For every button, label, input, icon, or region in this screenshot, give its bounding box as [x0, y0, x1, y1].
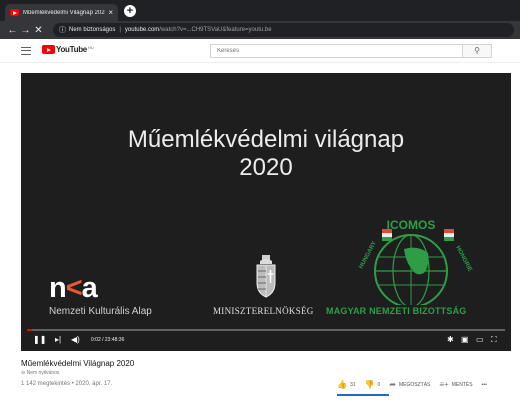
new-tab-button[interactable]: + — [124, 5, 136, 17]
nka-logo: n<a Nemzeti Kulturális Alap — [49, 273, 152, 317]
dislike-count: 0 — [377, 381, 381, 388]
share-icon: ➦ — [389, 380, 396, 389]
security-label: Nem biztonságos — [69, 27, 116, 33]
more-button[interactable]: ••• — [482, 382, 487, 388]
search-button[interactable]: ⚲ — [462, 44, 492, 58]
icomos-text: ICOMOS — [387, 218, 436, 232]
menu-icon[interactable] — [21, 47, 31, 55]
forward-button[interactable]: → — [19, 25, 32, 36]
miniplayer-icon[interactable]: ▣ — [461, 335, 469, 344]
stop-button[interactable]: ✕ — [32, 25, 45, 36]
address-bar[interactable]: ⓘ Nem biztonságos | youtube.com /watch?v… — [53, 23, 514, 37]
unlisted-badge: ⊖ Nem nyilvános — [21, 370, 60, 376]
url-host: youtube.com — [124, 27, 160, 33]
coat-of-arms-icon — [256, 255, 276, 298]
dislike-button[interactable]: 👎 0 — [365, 380, 381, 389]
progress-fill — [27, 329, 32, 331]
share-label: MEGOSZTÁS — [398, 381, 431, 388]
youtube-logo[interactable]: YouTube HU — [42, 45, 94, 54]
video-title: Műemlékvédelmi Világnap 2020 — [21, 359, 135, 368]
views-and-date: 1 142 megtekintés • 2020. ápr. 17. — [21, 381, 113, 387]
back-button[interactable]: ← — [6, 25, 19, 36]
ministry-label: MINISZTERELNÖKSÉG — [213, 306, 314, 316]
icomos-right-text: HONGRIE — [454, 245, 472, 273]
save-icon: ≡+ — [439, 380, 449, 389]
search-icon: ⚲ — [474, 46, 480, 55]
like-ratio-fill — [337, 394, 389, 396]
youtube-play-icon — [42, 45, 55, 54]
save-label: MENTÉS — [451, 381, 473, 388]
icomos-globe-logo: ICOMOS HUNGARY HONGRIE — [358, 218, 473, 305]
youtube-masthead: YouTube HU ⚲ — [0, 39, 520, 63]
tab-close-icon[interactable]: × — [108, 8, 113, 17]
tab-title: Műemlékvédelmi Világnap 2020 — [23, 9, 106, 16]
like-button[interactable]: 👍 31 — [337, 380, 356, 389]
like-ratio-bar — [337, 394, 389, 396]
player-controls: ❚❚ ▸| ◀) 0:02 / 23:48:36 ✱ ▣ ▭ ⛶ — [21, 329, 511, 351]
url-path: /watch?v=...CH9TSVaU&feature=youtu.be — [159, 27, 272, 33]
browser-toolbar: ← → ✕ ⓘ Nem biztonságos | youtube.com /w… — [0, 21, 520, 39]
video-frame-title-line1: Műemlékvédelmi világnap — [127, 126, 405, 153]
committee-label: MAGYAR NEMZETI BIZOTTSÁG — [326, 306, 467, 316]
more-icon: ••• — [481, 381, 487, 388]
thumbs-up-icon: 👍 — [337, 380, 347, 389]
theater-icon[interactable]: ▭ — [476, 335, 484, 344]
save-button[interactable]: ≡+ MENTÉS — [439, 380, 472, 389]
settings-icon[interactable]: ✱ — [447, 335, 454, 344]
like-count: 31 — [349, 381, 356, 388]
nka-mark: n<a — [49, 272, 98, 304]
info-icon[interactable]: ⓘ — [59, 25, 66, 35]
volume-icon[interactable]: ◀) — [71, 335, 80, 344]
youtube-favicon-icon — [10, 9, 19, 16]
video-frame-title: Műemlékvédelmi világnap 2020 — [21, 126, 511, 182]
pause-icon[interactable]: ❚❚ — [33, 335, 46, 344]
video-actions: 👍 31 👎 0 ➦ MEGOSZTÁS ≡+ MENTÉS ••• — [337, 380, 496, 389]
address-separator: | — [119, 27, 121, 33]
browser-tab-bar: Műemlékvédelmi Világnap 2020 × + — [0, 0, 520, 21]
video-player[interactable]: Műemlékvédelmi világnap 2020 n<a Nemzeti… — [21, 73, 511, 351]
time-display: 0:02 / 23:48:36 — [91, 337, 125, 343]
logo-country-code: HU — [87, 45, 94, 50]
video-frame-title-line2: 2020 — [239, 154, 293, 181]
logo-text: YouTube — [56, 45, 87, 54]
search-input[interactable] — [210, 44, 462, 58]
browser-tab[interactable]: Műemlékvédelmi Világnap 2020 × — [5, 4, 118, 21]
nka-text: Nemzeti Kulturális Alap — [49, 306, 152, 317]
share-button[interactable]: ➦ MEGOSZTÁS — [389, 380, 430, 389]
progress-bar[interactable] — [27, 329, 505, 331]
thumbs-down-icon: 👎 — [364, 380, 375, 389]
next-icon[interactable]: ▸| — [55, 335, 61, 344]
fullscreen-icon[interactable]: ⛶ — [491, 335, 497, 345]
